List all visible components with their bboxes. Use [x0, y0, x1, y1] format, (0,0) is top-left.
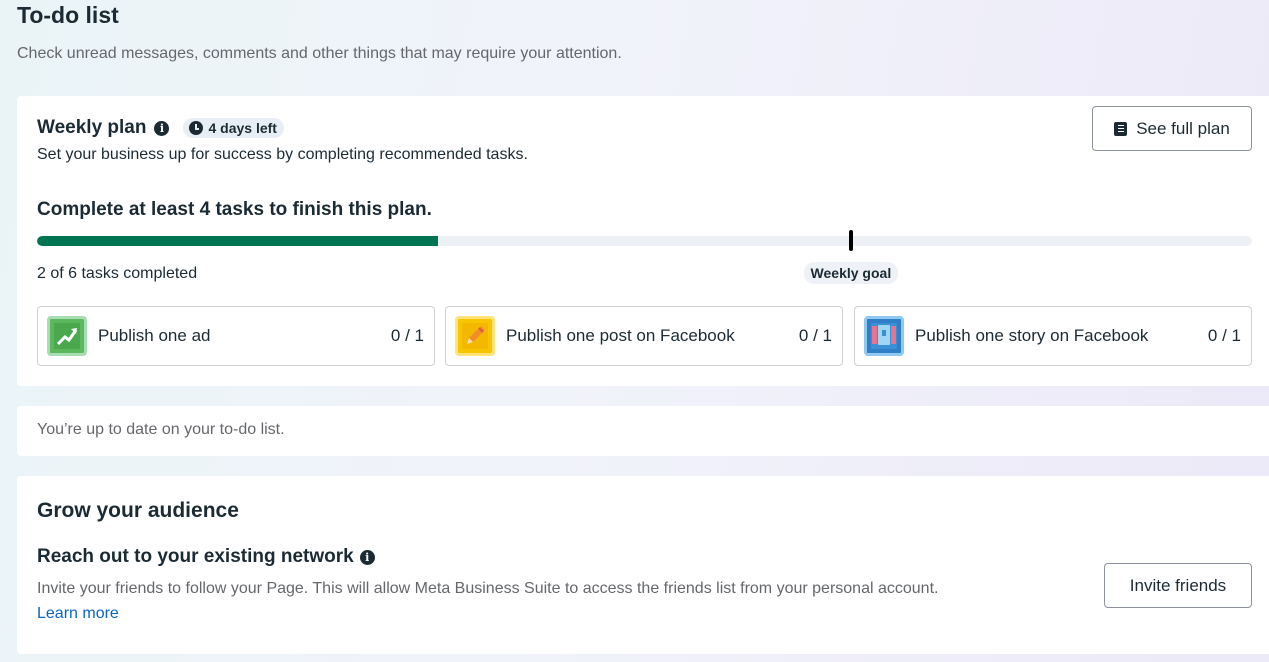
tasks-completed-text: 2 of 6 tasks completed	[37, 265, 198, 282]
info-icon[interactable]: i	[359, 549, 375, 565]
see-full-plan-button[interactable]: See full plan	[1092, 106, 1252, 151]
post-pencil-icon	[455, 316, 495, 356]
task-tile-publish-post[interactable]: Publish one post on Facebook 0 / 1	[445, 306, 843, 366]
task-count: 0 / 1	[1207, 326, 1241, 345]
up-to-date-card: You’re up to date on your to-do list.	[17, 406, 1269, 456]
see-full-plan-label: See full plan	[1136, 118, 1230, 138]
weekly-plan-header: Weekly plan i 4 days left	[37, 117, 284, 139]
weekly-plan-title: Weekly plan	[37, 117, 147, 138]
page-title: To-do list	[17, 2, 119, 28]
invite-friends-label: Invite friends	[1129, 575, 1227, 595]
progress-fill	[37, 236, 438, 246]
info-icon[interactable]: i	[154, 120, 170, 136]
reach-network-title: Reach out to your existing network	[37, 546, 354, 567]
task-count: 0 / 1	[390, 326, 424, 345]
weekly-plan-card: Weekly plan i 4 days left Set your busin…	[17, 96, 1269, 386]
days-left-text: 4 days left	[208, 120, 277, 136]
learn-more-link[interactable]: Learn more	[37, 605, 119, 622]
grow-audience-card: Grow your audience Reach out to your exi…	[17, 476, 1269, 654]
task-label: Publish one ad	[98, 326, 211, 345]
weekly-goal-label: Weekly goal	[803, 262, 899, 284]
task-tile-publish-ad[interactable]: Publish one ad 0 / 1	[37, 306, 435, 366]
reach-network-description: Invite your friends to follow your Page.…	[37, 576, 977, 626]
goal-heading: Complete at least 4 tasks to finish this…	[37, 199, 432, 220]
task-label: Publish one post on Facebook	[506, 326, 735, 345]
invite-friends-button[interactable]: Invite friends	[1104, 563, 1252, 608]
ad-chart-icon	[47, 316, 87, 356]
grow-audience-title: Grow your audience	[37, 499, 239, 522]
book-icon	[1114, 121, 1128, 136]
task-tile-publish-story[interactable]: Publish one story on Facebook 0 / 1	[854, 306, 1252, 366]
task-label: Publish one story on Facebook	[915, 326, 1149, 345]
task-count: 0 / 1	[798, 326, 832, 345]
reach-network-text: Invite your friends to follow your Page.…	[37, 580, 939, 597]
reach-network-header: Reach out to your existing network i	[37, 546, 375, 568]
weekly-plan-description: Set your business up for success by comp…	[37, 146, 528, 163]
days-left-badge: 4 days left	[183, 118, 284, 138]
story-icon	[864, 316, 904, 356]
up-to-date-text: You’re up to date on your to-do list.	[37, 421, 285, 438]
weekly-goal-marker	[849, 230, 854, 251]
progress-bar	[37, 236, 1252, 246]
clock-icon	[189, 121, 204, 135]
page-subtitle: Check unread messages, comments and othe…	[17, 45, 622, 62]
